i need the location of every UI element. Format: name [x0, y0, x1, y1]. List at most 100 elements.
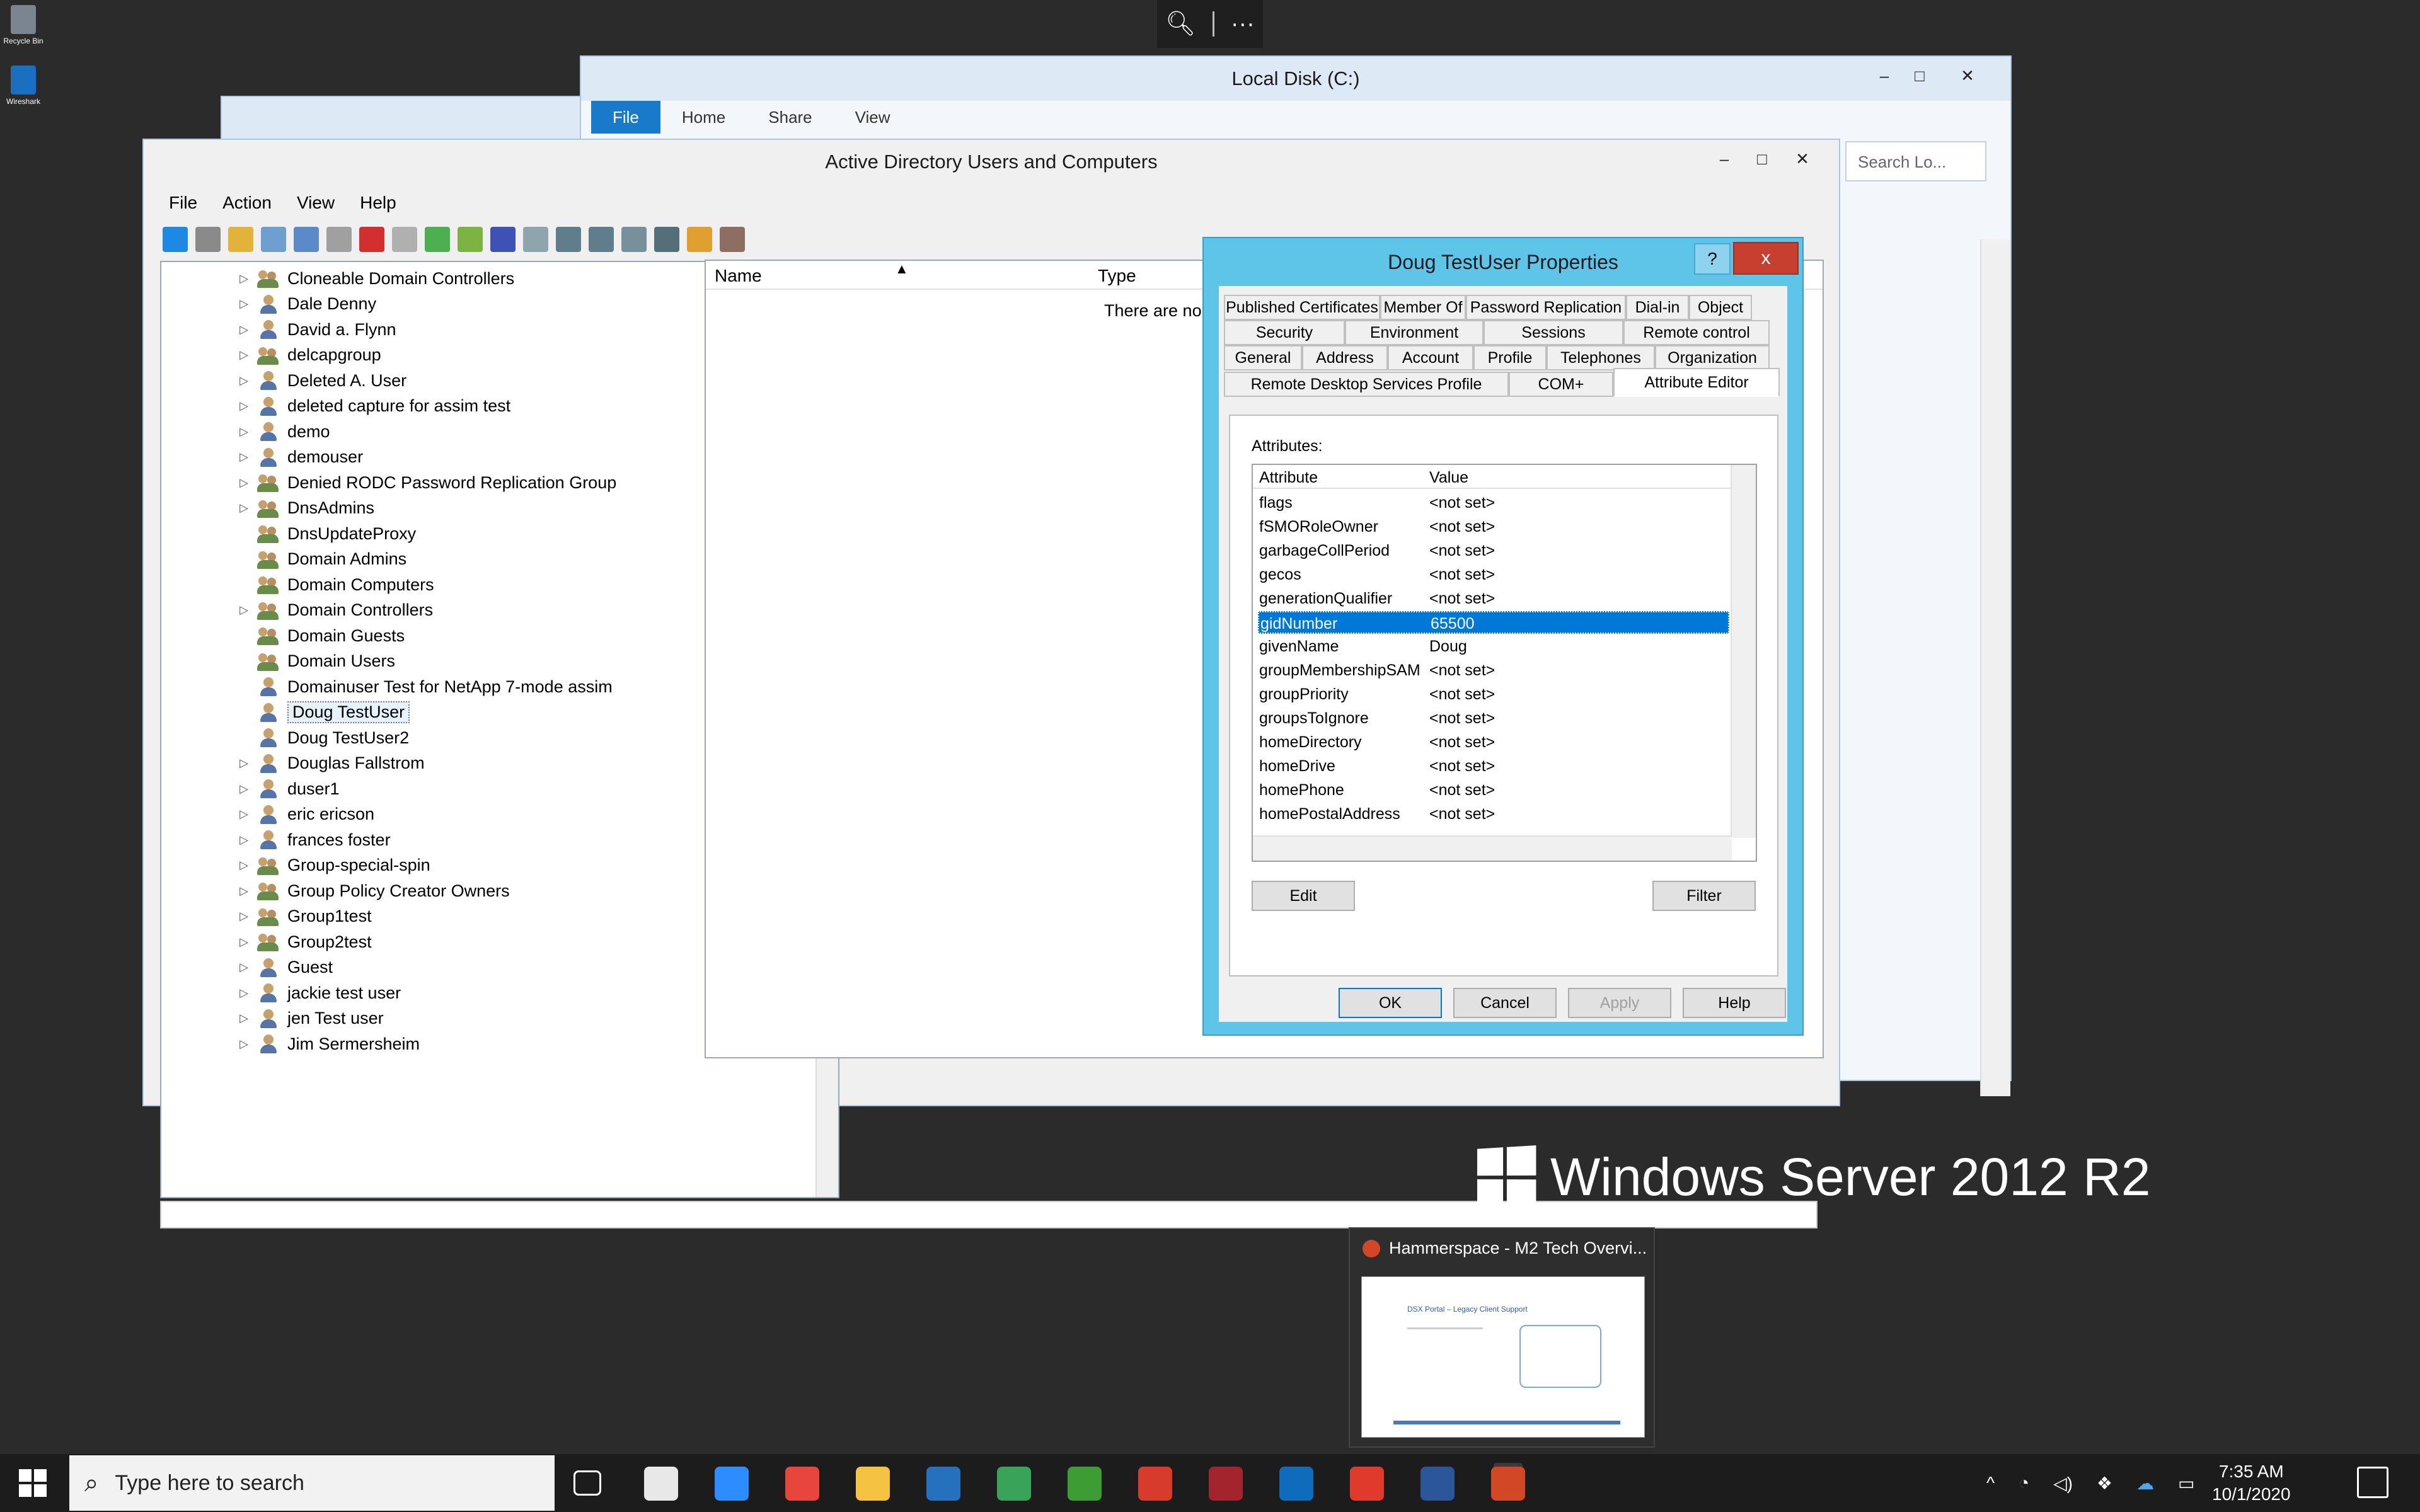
properties-icon[interactable]	[392, 227, 417, 252]
expand-arrow-icon[interactable]: ▷	[234, 987, 253, 1000]
outlook-icon[interactable]	[1279, 1467, 1313, 1501]
expand-arrow-icon[interactable]: ▷	[234, 501, 253, 515]
slack-icon[interactable]	[644, 1467, 678, 1501]
tab-home[interactable]: Home	[660, 101, 747, 134]
new-ou-icon[interactable]	[621, 227, 647, 252]
word-icon[interactable]	[1420, 1467, 1455, 1501]
apply-button[interactable]: Apply	[1568, 988, 1671, 1018]
tab-com-plus[interactable]: COM+	[1509, 372, 1613, 397]
help-icon[interactable]	[490, 227, 516, 252]
filter-button[interactable]: Filter	[1652, 881, 1756, 911]
tree-item[interactable]: Domain Admins	[161, 547, 406, 572]
expand-arrow-icon[interactable]: ▷	[234, 885, 253, 898]
expand-arrow-icon[interactable]: ▷	[234, 757, 253, 770]
tab-view[interactable]: View	[834, 101, 912, 134]
onedrive-icon[interactable]: ☁	[2136, 1473, 2154, 1494]
recycle-bin-desktop-icon[interactable]: Recycle Bin	[1, 5, 45, 45]
y-app-icon[interactable]	[1068, 1467, 1102, 1501]
tree-item[interactable]: ▷ deleted capture for assim test	[161, 394, 510, 419]
tree-item[interactable]: ▷ Group Policy Creator Owners	[161, 878, 510, 903]
zoom-icon[interactable]: 🔍︎	[1165, 10, 1196, 38]
attribute-row[interactable]: groupMembershipSAM <not set>	[1258, 659, 1729, 682]
menu-action[interactable]: Action	[210, 189, 284, 218]
tree-item[interactable]: DnsUpdateProxy	[161, 521, 416, 546]
powerpoint-icon[interactable]	[1491, 1467, 1525, 1501]
minimize-button[interactable]: –	[1707, 146, 1742, 171]
expand-arrow-icon[interactable]: ▷	[234, 399, 253, 413]
attribute-row[interactable]: groupPriority <not set>	[1258, 683, 1729, 706]
tree-item[interactable]: ▷ jackie test user	[161, 980, 401, 1005]
attribute-row[interactable]: fSMORoleOwner <not set>	[1258, 515, 1729, 538]
attribute-row[interactable]: homePostalAddress <not set>	[1258, 803, 1729, 825]
tab-environment[interactable]: Environment	[1345, 320, 1484, 345]
close-button[interactable]: ✕	[1950, 63, 1985, 88]
wireshark-desktop-icon[interactable]: Wireshark	[1, 66, 45, 106]
dialog-close-button[interactable]: x	[1733, 242, 1799, 275]
tree-item[interactable]: Domainuser Test for NetApp 7-mode assim	[161, 674, 613, 699]
tab-security[interactable]: Security	[1224, 320, 1345, 345]
taskbar-search-input[interactable]: ⌕ Type here to search	[69, 1455, 555, 1511]
tree-item[interactable]: Domain Computers	[161, 572, 434, 597]
tree-item[interactable]: ▷ David a. Flynn	[161, 317, 396, 342]
tab-attribute-editor[interactable]: Attribute Editor	[1613, 368, 1780, 397]
up-folder-icon[interactable]	[228, 227, 253, 252]
tree-item[interactable]: ▷ Deleted A. User	[161, 368, 406, 393]
attribute-row[interactable]: flags <not set>	[1258, 491, 1729, 514]
tree-item[interactable]: ▷ Group1test	[161, 904, 372, 929]
attributes-list[interactable]: Attribute Value flags <not set> fSMORoleOw…	[1252, 464, 1757, 862]
console-tree-icon[interactable]	[261, 227, 286, 252]
column-attribute[interactable]: Attribute	[1259, 469, 1318, 487]
tab-account[interactable]: Account	[1388, 345, 1473, 370]
expand-arrow-icon[interactable]: ▷	[234, 374, 253, 387]
menu-help[interactable]: Help	[347, 189, 409, 218]
expand-arrow-icon[interactable]: ▷	[234, 833, 253, 847]
forward-icon[interactable]	[195, 227, 221, 252]
expand-arrow-icon[interactable]: ▷	[234, 782, 253, 796]
expand-arrow-icon[interactable]: ▷	[234, 476, 253, 490]
cancel-button[interactable]: Cancel	[1453, 988, 1557, 1018]
x-app-icon[interactable]	[1350, 1467, 1384, 1501]
red-app-icon[interactable]	[1209, 1467, 1243, 1501]
tab-remote-control[interactable]: Remote control	[1623, 320, 1770, 345]
column-type[interactable]: Type	[1098, 266, 1136, 286]
aduc-titlebar[interactable]: Active Directory Users and Computers	[144, 140, 1839, 184]
powershell-icon[interactable]	[926, 1467, 960, 1501]
tree-item[interactable]: ▷ Group2test	[161, 929, 372, 954]
find-icon[interactable]	[687, 227, 712, 252]
attribute-row[interactable]: givenName Doug	[1258, 635, 1729, 658]
notifications-icon[interactable]	[2357, 1467, 2388, 1498]
export-list-icon[interactable]	[458, 227, 483, 252]
help-button[interactable]: Help	[1683, 988, 1786, 1018]
tab-password-replication[interactable]: Password Replication	[1466, 295, 1626, 320]
tree-item[interactable]: Doug TestUser	[161, 700, 410, 725]
chrome-icon[interactable]	[785, 1467, 819, 1501]
tree-item[interactable]: Domain Guests	[161, 623, 405, 648]
expand-arrow-icon[interactable]: ▷	[234, 425, 253, 438]
tab-sessions[interactable]: Sessions	[1484, 320, 1623, 345]
tab-object[interactable]: Object	[1689, 295, 1752, 320]
expand-arrow-icon[interactable]: ▷	[234, 323, 253, 336]
menu-file[interactable]: File	[156, 189, 210, 218]
expand-arrow-icon[interactable]: ▷	[234, 272, 253, 285]
explorer-titlebar[interactable]: Local Disk (C:)	[581, 57, 2010, 101]
tree-item[interactable]: ▷ Jim Sermersheim	[161, 1031, 420, 1057]
taskbar-thumbnail-preview[interactable]: Hammerspace - M2 Tech Overvi... DSX Port…	[1349, 1227, 1655, 1448]
tree-item[interactable]: ▷ demo	[161, 419, 330, 444]
column-name[interactable]: Name	[715, 266, 762, 286]
tab-file[interactable]: File	[591, 101, 660, 134]
expand-arrow-icon[interactable]: ▷	[234, 1012, 253, 1025]
expand-arrow-icon[interactable]: ▷	[234, 808, 253, 821]
attribute-row[interactable]: groupsToIgnore <not set>	[1258, 707, 1729, 730]
tree-item[interactable]: ▷ Domain Controllers	[161, 598, 433, 623]
attribute-row[interactable]: garbageCollPeriod <not set>	[1258, 539, 1729, 562]
system-clock[interactable]: 7:35 AM 10/1/2020	[2212, 1460, 2291, 1506]
refresh-icon[interactable]	[425, 227, 450, 252]
file-explorer-icon[interactable]	[856, 1467, 890, 1501]
start-button[interactable]	[19, 1469, 47, 1497]
edit-button[interactable]: Edit	[1252, 881, 1355, 911]
tree-item[interactable]: ▷ Group-special-spin	[161, 853, 430, 878]
maximize-button[interactable]: □	[1902, 63, 1937, 88]
filter-icon[interactable]	[654, 227, 679, 252]
attributes-horizontal-scrollbar[interactable]	[1253, 835, 1732, 861]
expand-arrow-icon[interactable]: ▷	[234, 961, 253, 974]
